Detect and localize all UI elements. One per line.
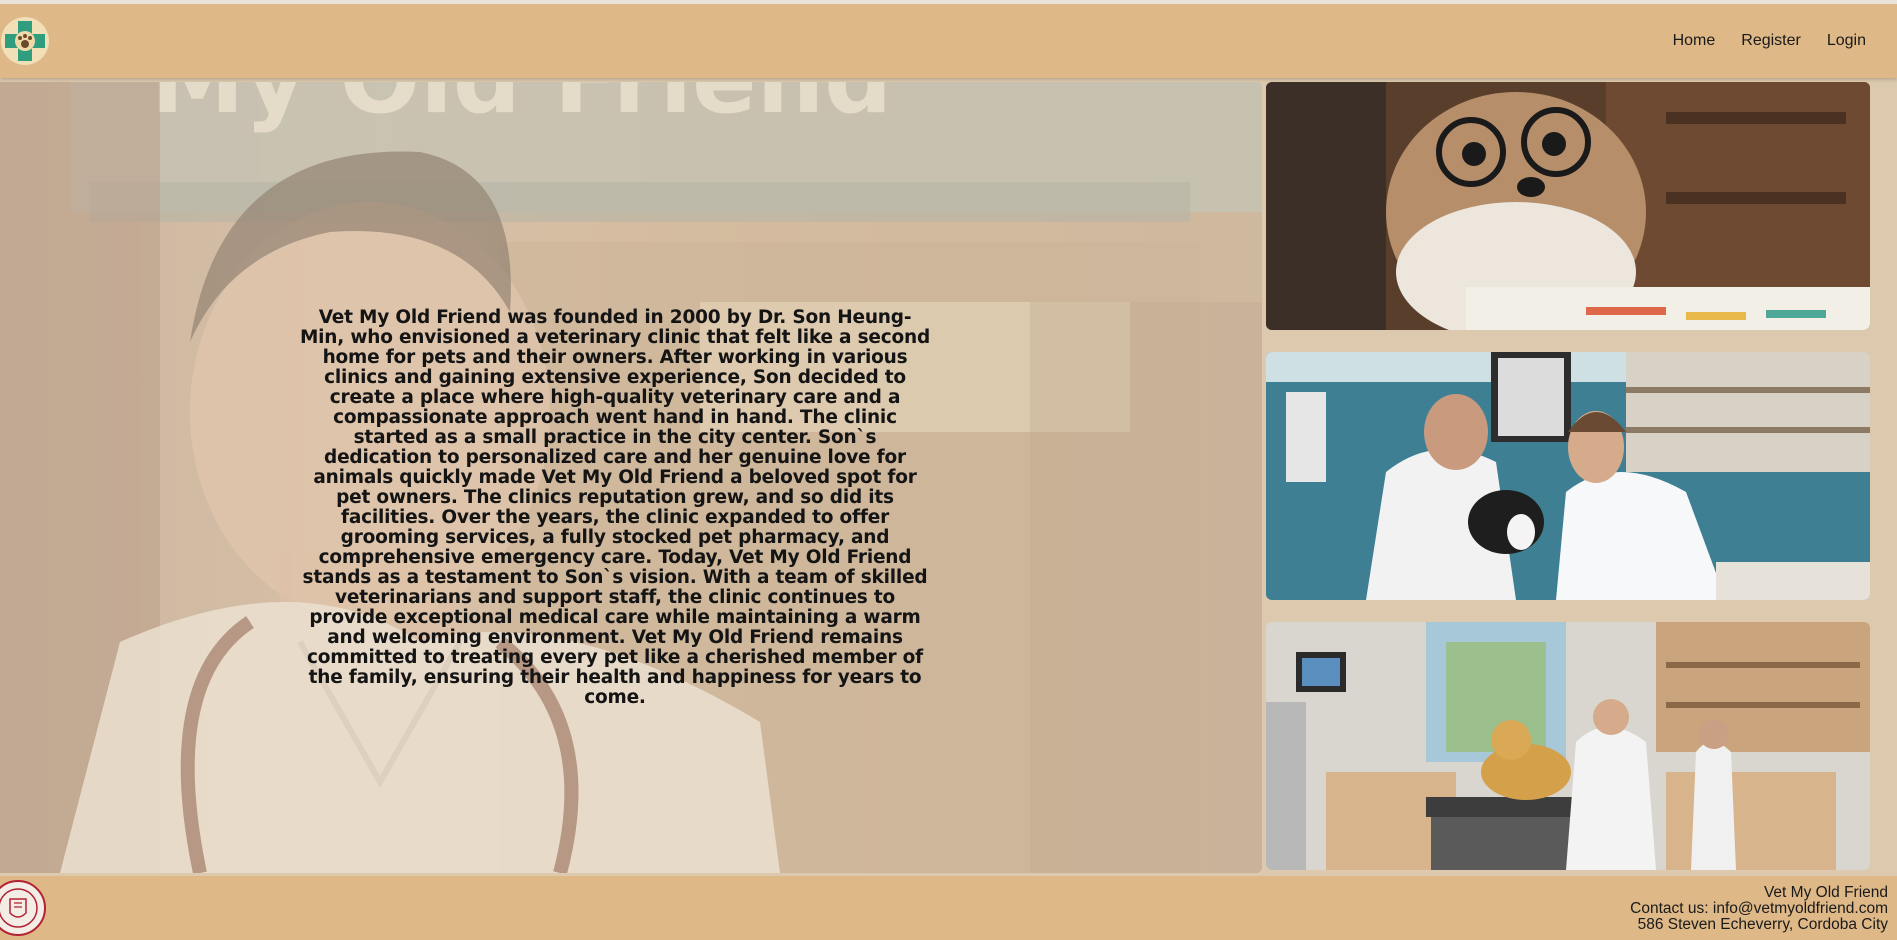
footer-address: 586 Steven Echeverry, Cordoba City: [1637, 916, 1888, 933]
nav-home-link[interactable]: Home: [1660, 32, 1729, 50]
dog-with-glasses-photo: [1266, 82, 1870, 330]
footer-contact-block: Vet My Old Friend Contact us: info@vetmy…: [1630, 885, 1888, 933]
site-footer: Vet My Old Friend Contact us: info@vetmy…: [0, 876, 1897, 940]
footer-clinic-name: Vet My Old Friend: [1763, 884, 1888, 901]
nav-login-link[interactable]: Login: [1814, 32, 1879, 50]
vets-examining-dog-photo: [1266, 622, 1870, 870]
nav-register-link[interactable]: Register: [1728, 32, 1814, 50]
vets-examining-cat-photo: [1266, 352, 1870, 600]
paw-cross-logo-icon[interactable]: [0, 16, 50, 66]
clinic-story-text: Vet My Old Friend was founded in 2000 by…: [299, 307, 931, 708]
footer-contact-email[interactable]: Contact us: info@vetmyoldfriend.com: [1630, 901, 1888, 917]
about-hero: My Old Friend Vet My Old Friend was foun…: [0, 82, 1262, 873]
main-nav: Home Register Login: [1660, 4, 1879, 78]
site-header: Home Register Login: [0, 4, 1897, 78]
university-seal-icon: [0, 879, 48, 937]
